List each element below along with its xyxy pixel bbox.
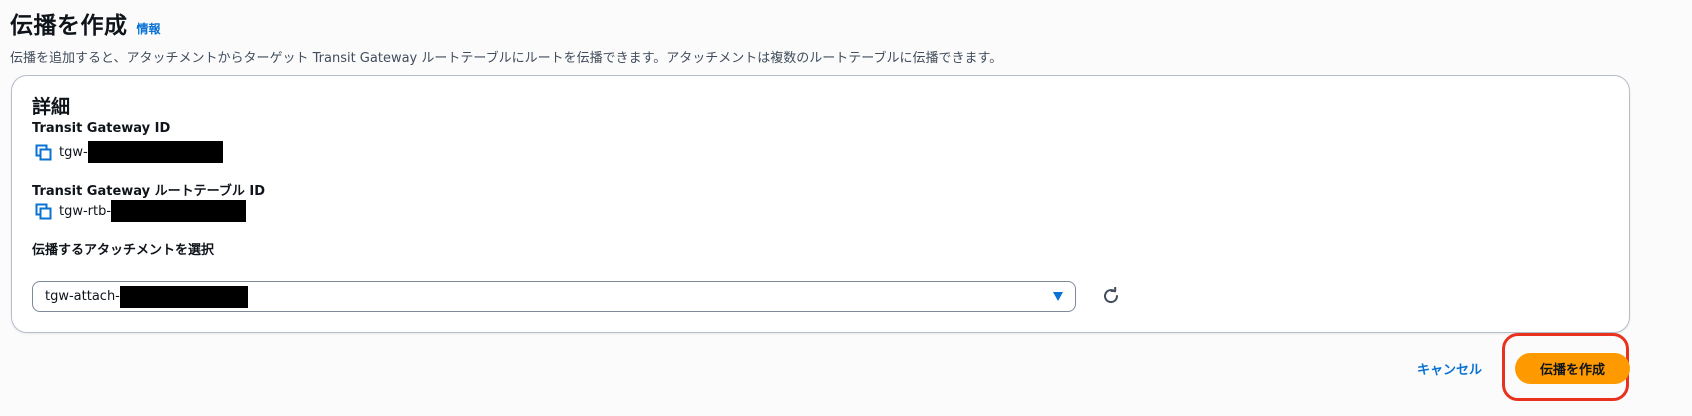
caret-down-icon (1053, 292, 1063, 301)
route-table-id-value: tgw-rtb- (59, 203, 112, 219)
redacted-block (119, 285, 248, 308)
redacted-block (111, 200, 247, 222)
tgw-id-label: Transit Gateway ID (32, 121, 171, 136)
page-description: 伝播を追加すると、アタッチメントからターゲット Transit Gateway … (10, 51, 1003, 66)
refresh-button[interactable] (1098, 283, 1124, 309)
page-header: 伝播を作成 情報 伝播を追加すると、アタッチメントからターゲット Transit… (10, 6, 1002, 66)
redacted-block (87, 141, 223, 163)
route-table-id-label: Transit Gateway ルートテーブル ID (32, 184, 266, 199)
attachment-select[interactable]: tgw-attach- (32, 281, 1076, 312)
page-title: 伝播を作成 (10, 13, 128, 39)
copy-icon[interactable] (35, 144, 52, 161)
tgw-id-row: tgw- (35, 141, 223, 163)
cancel-button[interactable]: キャンセル (1417, 359, 1482, 378)
create-propagation-page: 伝播を作成 情報 伝播を追加すると、アタッチメントからターゲット Transit… (0, 0, 1692, 416)
create-propagation-button[interactable]: 伝播を作成 (1515, 353, 1630, 384)
details-panel: 詳細 Transit Gateway ID tgw- Transit Gatew… (11, 75, 1630, 333)
route-table-id-row: tgw-rtb- (35, 200, 247, 222)
copy-icon[interactable] (35, 203, 52, 220)
tgw-id-value: tgw- (59, 144, 88, 160)
details-heading: 詳細 (32, 96, 71, 118)
attachment-select-label: 伝播するアタッチメントを選択 (32, 243, 215, 258)
refresh-icon (1104, 287, 1119, 304)
info-link[interactable]: 情報 (137, 20, 161, 37)
title-row: 伝播を作成 情報 (10, 6, 1002, 40)
attachment-select-value: tgw-attach- (45, 289, 120, 304)
